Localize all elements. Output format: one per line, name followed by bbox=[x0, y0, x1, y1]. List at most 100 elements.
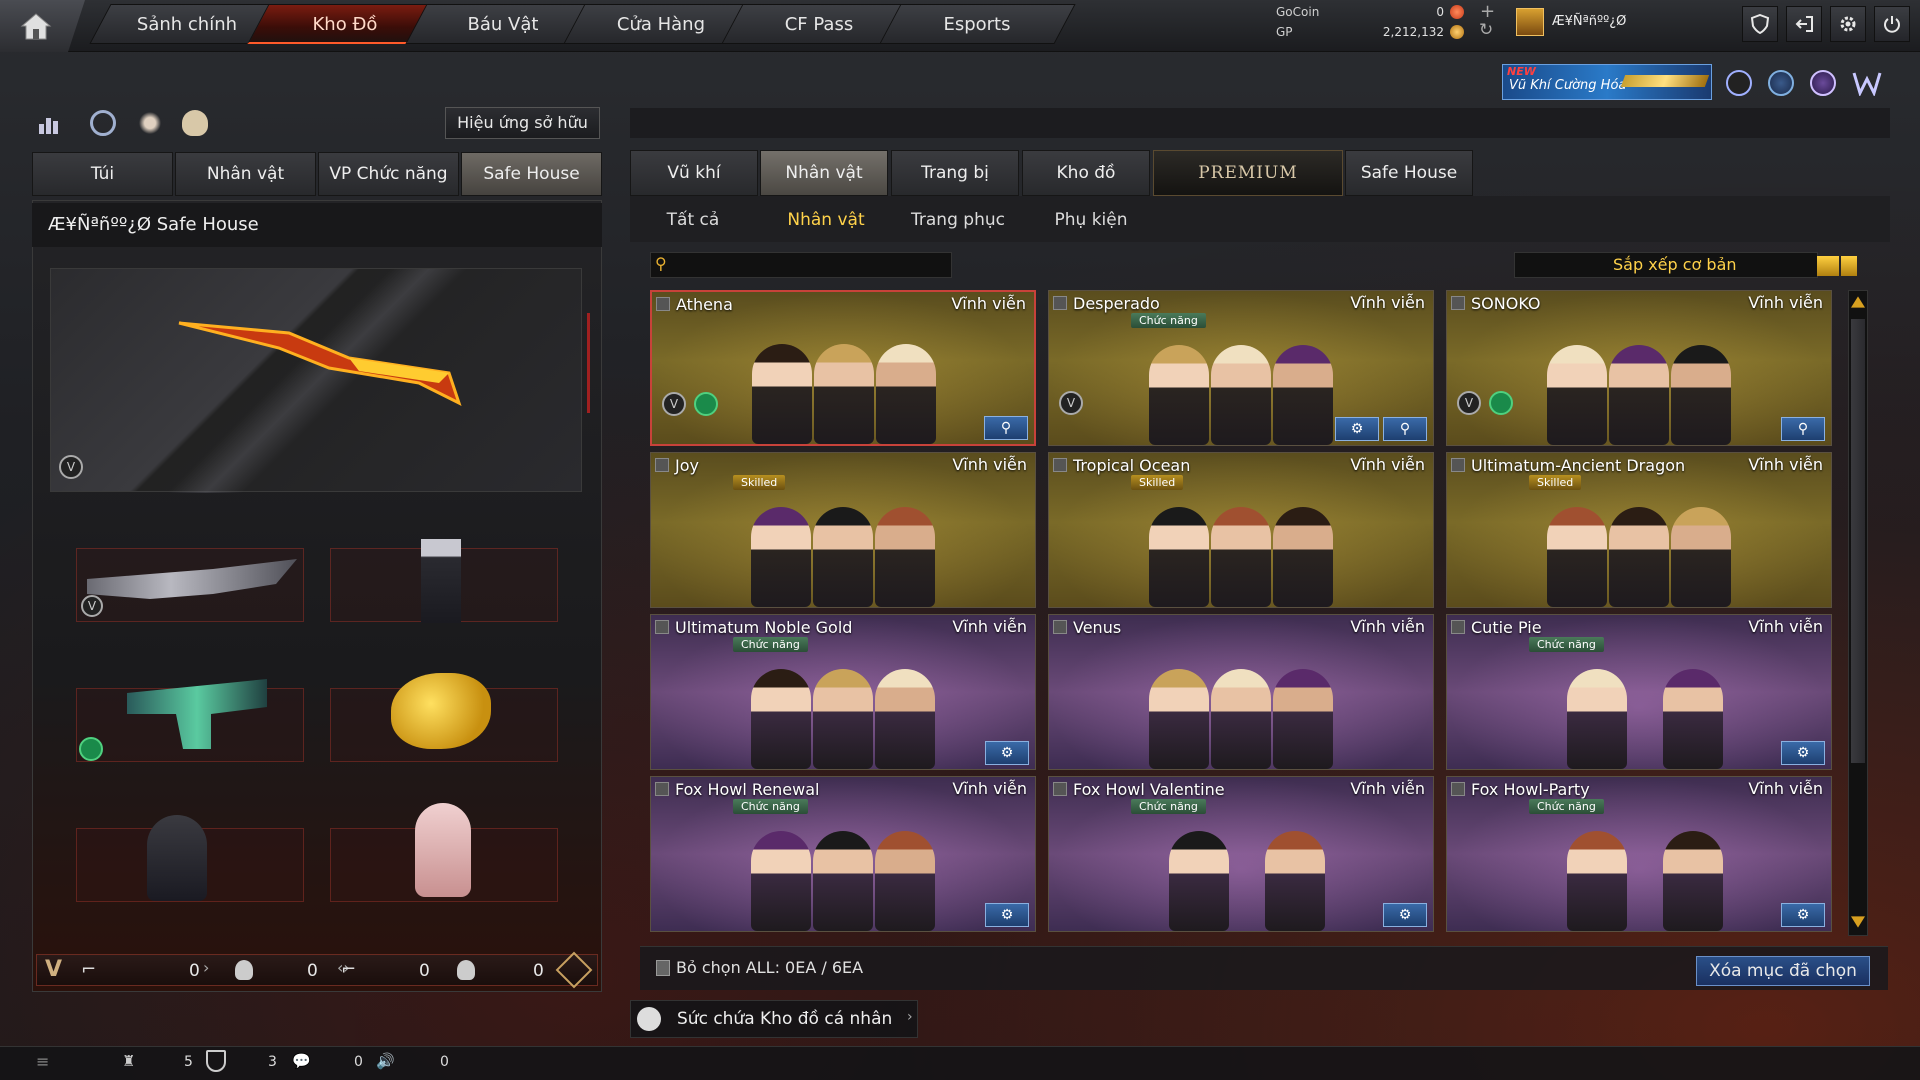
item-card[interactable]: SONOKO Vĩnh viễn V ⚲ bbox=[1446, 290, 1832, 446]
stats-icon[interactable] bbox=[36, 110, 62, 136]
character-portrait-image bbox=[1671, 345, 1731, 445]
bookmark-icon[interactable] bbox=[655, 620, 669, 634]
item-card[interactable]: Fox Howl Valentine Vĩnh viễn Chức năng ⚙ bbox=[1048, 776, 1434, 932]
character-portrait-image bbox=[1567, 669, 1627, 769]
safe-slot-chibi[interactable] bbox=[76, 815, 304, 902]
bookmark-icon[interactable] bbox=[1451, 296, 1465, 310]
nav-tab-esports[interactable]: Esports bbox=[879, 4, 1076, 44]
left-tab-character[interactable]: Nhân vật bbox=[175, 152, 316, 196]
bookmark-icon[interactable] bbox=[656, 297, 670, 311]
friends-icon[interactable]: ♜ bbox=[122, 1052, 135, 1070]
featured-item-slot[interactable]: V bbox=[50, 268, 590, 493]
promo-banner[interactable]: NEW Vũ Khí Cường Hóa bbox=[1502, 64, 1712, 100]
menu-list-icon[interactable]: ≡ bbox=[36, 1052, 49, 1071]
sort-dropdown[interactable]: Sắp xếp cơ bản bbox=[1514, 252, 1857, 278]
function-gear-button[interactable]: ⚙ bbox=[985, 903, 1029, 927]
item-grid-scrollbar[interactable] bbox=[1848, 290, 1868, 936]
item-card[interactable]: Ultimatum-Ancient Dragon Vĩnh viễn Skilled bbox=[1446, 452, 1832, 608]
left-tab-safe-house[interactable]: Safe House bbox=[461, 152, 602, 196]
character-figure-image bbox=[421, 539, 461, 623]
character-portrait-image bbox=[1547, 345, 1607, 445]
item-card[interactable]: Cutie Pie Vĩnh viễn Chức năng ⚙ bbox=[1446, 614, 1832, 770]
function-gear-button[interactable]: ⚙ bbox=[1781, 903, 1825, 927]
shield-icon bbox=[1750, 14, 1770, 34]
function-gear-button[interactable]: ⚙ bbox=[1335, 417, 1379, 441]
w-logo-icon[interactable] bbox=[1852, 70, 1882, 98]
item-card[interactable]: Joy Vĩnh viễn Skilled bbox=[650, 452, 1036, 608]
preview-search-button[interactable]: ⚲ bbox=[1383, 417, 1427, 441]
chat-icon[interactable]: 💬 bbox=[292, 1052, 311, 1070]
bookmark-icon[interactable] bbox=[1451, 782, 1465, 796]
right-tab-equipment[interactable]: Trang bị bbox=[891, 150, 1019, 196]
preview-search-button[interactable]: ⚲ bbox=[1781, 417, 1825, 441]
pet-icon[interactable] bbox=[182, 110, 208, 136]
bookmark-icon[interactable] bbox=[1053, 296, 1067, 310]
left-tab-bag[interactable]: Túi bbox=[32, 152, 173, 196]
scrollbar-thumb[interactable] bbox=[1851, 319, 1865, 763]
sort-order-icon[interactable] bbox=[1841, 256, 1857, 276]
history-icon[interactable] bbox=[90, 110, 116, 136]
exit-room-button[interactable] bbox=[1786, 6, 1822, 42]
search-input[interactable] bbox=[681, 255, 947, 275]
item-card[interactable]: Tropical Ocean Vĩnh viễn Skilled bbox=[1048, 452, 1434, 608]
chat-count: 0 bbox=[354, 1054, 363, 1070]
item-card[interactable]: Athena Vĩnh viễn V ⚲ bbox=[650, 290, 1036, 446]
left-tab-vp-function[interactable]: VP Chức năng bbox=[318, 152, 459, 196]
item-card[interactable]: Venus Vĩnh viễn bbox=[1048, 614, 1434, 770]
scroll-down-icon[interactable] bbox=[1851, 916, 1865, 928]
function-gear-button[interactable]: ⚙ bbox=[1781, 741, 1825, 765]
bookmark-icon[interactable] bbox=[1451, 620, 1465, 634]
function-gear-button[interactable]: ⚙ bbox=[985, 741, 1029, 765]
clan-shield-icon[interactable] bbox=[206, 1050, 226, 1072]
subtab-all[interactable]: Tất cả bbox=[640, 200, 746, 240]
safe-slot-smg[interactable] bbox=[76, 679, 304, 762]
safe-slot-rifle[interactable]: V bbox=[76, 548, 304, 622]
safe-slot-pet[interactable] bbox=[330, 673, 558, 762]
bookmark-icon[interactable] bbox=[656, 960, 670, 976]
right-tab-safe-house[interactable]: Safe House bbox=[1345, 150, 1473, 196]
right-tab-characters[interactable]: Nhân vật bbox=[760, 150, 888, 196]
preview-search-button[interactable]: ⚲ bbox=[984, 416, 1028, 440]
bookmark-icon[interactable] bbox=[1053, 620, 1067, 634]
ownership-effect-button[interactable]: Hiệu ứng sở hữu bbox=[445, 107, 600, 139]
bookmark-icon[interactable] bbox=[1053, 782, 1067, 796]
player-name: Æ¥Ñªñºº¿Ø bbox=[1552, 14, 1627, 29]
item-card[interactable]: Fox Howl Renewal Vĩnh viễn Chức năng ⚙ bbox=[650, 776, 1036, 932]
settings-button[interactable] bbox=[1830, 6, 1866, 42]
clan-button[interactable] bbox=[1742, 6, 1778, 42]
safe-slot-bunny[interactable] bbox=[330, 803, 558, 902]
safe-slot-character[interactable] bbox=[330, 539, 558, 623]
vip-v-icon[interactable] bbox=[1726, 70, 1752, 96]
right-tab-storage[interactable]: Kho đồ bbox=[1022, 150, 1150, 196]
bookmark-icon[interactable] bbox=[1053, 458, 1067, 472]
bookmark-icon[interactable] bbox=[655, 458, 669, 472]
add-currency-icon[interactable]: + bbox=[1480, 1, 1495, 22]
item-card[interactable]: Fox Howl-Party Vĩnh viễn Chức năng ⚙ bbox=[1446, 776, 1832, 932]
right-tab-premium[interactable]: PREMIUM bbox=[1153, 150, 1343, 196]
right-tab-weapons[interactable]: Vũ khí bbox=[630, 150, 758, 196]
character-icon[interactable] bbox=[137, 110, 163, 136]
subtab-characters[interactable]: Nhân vật bbox=[770, 200, 882, 240]
star-event-icon[interactable] bbox=[1810, 70, 1836, 96]
capacity-button[interactable]: Sức chứa Kho đồ cá nhân › bbox=[630, 1000, 918, 1038]
function-gear-button[interactable]: ⚙ bbox=[1383, 903, 1427, 927]
bookmark-icon[interactable] bbox=[655, 782, 669, 796]
power-button[interactable] bbox=[1874, 6, 1910, 42]
item-card[interactable]: Desperado Vĩnh viễn Chức năng V ⚲ ⚙ bbox=[1048, 290, 1434, 446]
bookmark-icon[interactable] bbox=[1451, 458, 1465, 472]
item-tag-badge: Skilled bbox=[1529, 475, 1582, 490]
list-view-icon[interactable] bbox=[1817, 256, 1839, 276]
deselect-all-label[interactable]: Bỏ chọn ALL: 0EA / 6EA bbox=[676, 958, 863, 977]
subtab-outfits[interactable]: Trang phục bbox=[896, 200, 1020, 240]
delete-selected-button[interactable]: Xóa mục đã chọn bbox=[1696, 956, 1870, 986]
speaker-icon[interactable]: 🔊 bbox=[376, 1052, 395, 1070]
search-box[interactable]: ⚲ bbox=[650, 252, 952, 278]
character-portrait-image bbox=[1663, 831, 1723, 931]
refresh-icon[interactable]: ↻ bbox=[1479, 20, 1493, 40]
item-card[interactable]: Ultimatum Noble Gold Vĩnh viễn Chức năng ⚙ bbox=[650, 614, 1036, 770]
subtab-accessories[interactable]: Phụ kiện bbox=[1036, 200, 1146, 240]
scroll-up-icon[interactable] bbox=[1851, 296, 1865, 308]
stat-value: 0 bbox=[419, 961, 430, 981]
globe-event-icon[interactable] bbox=[1768, 70, 1794, 96]
function-gear-icon: ⚙ bbox=[1796, 907, 1810, 923]
